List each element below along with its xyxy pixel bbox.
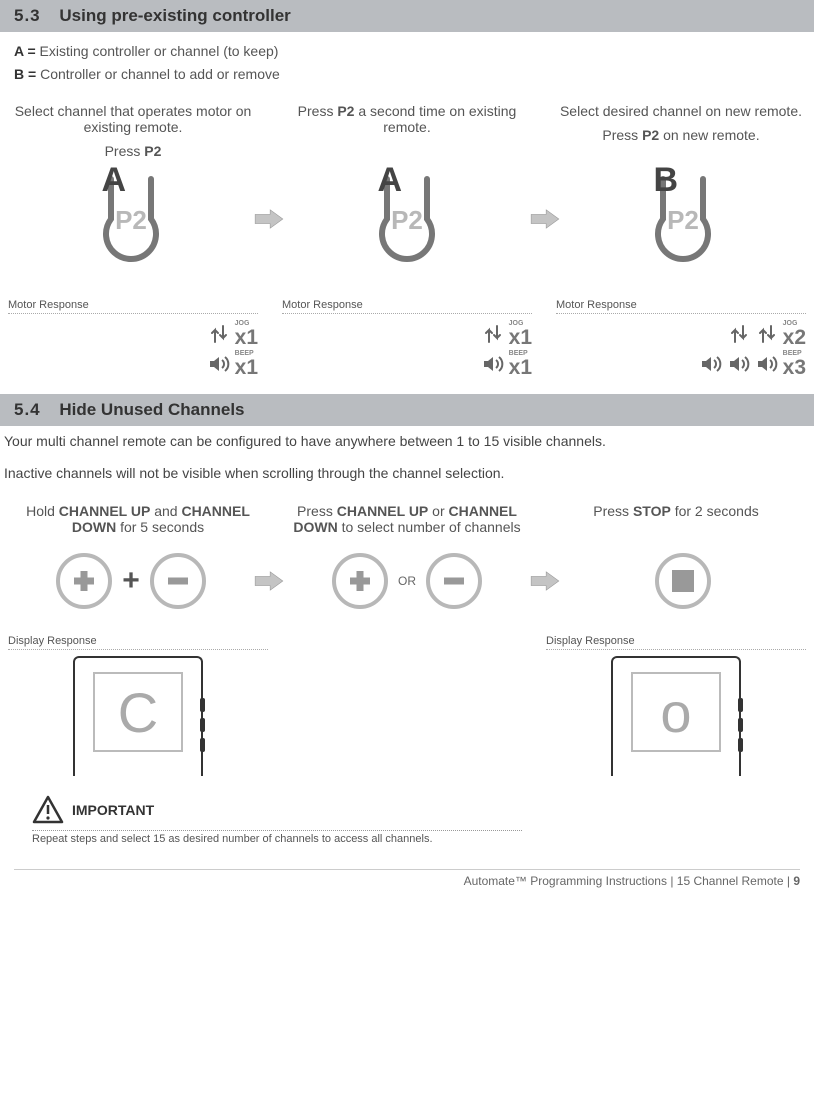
remote-a1: A P2 — [8, 169, 254, 269]
section-header-54: 5.4 Hide Unused Channels — [0, 394, 814, 426]
p2-button-icon: P2 — [362, 169, 452, 269]
arrow-right-icon — [254, 201, 284, 237]
jog-icon — [755, 322, 779, 346]
channel-up-button — [56, 553, 112, 609]
step-54-2: Press CHANNEL UP or CHANNEL DOWN to sele… — [277, 503, 537, 535]
minus-icon — [164, 567, 192, 595]
step-54-1: Hold CHANNEL UP and CHANNEL DOWN for 5 s… — [8, 503, 268, 535]
jog-icon — [207, 322, 231, 346]
section-num: 5.4 — [14, 400, 41, 419]
section-title: Using pre-existing controller — [59, 6, 290, 25]
channel-down-button — [150, 553, 206, 609]
warning-icon — [32, 794, 64, 826]
stop-icon — [672, 570, 694, 592]
section-num: 5.3 — [14, 6, 41, 25]
display-response-2: Display Response o — [546, 635, 806, 776]
press-stop — [560, 553, 806, 609]
speaker-icon — [727, 352, 751, 376]
definition-a: A = Existing controller or channel (to k… — [14, 43, 800, 59]
step-54-3: Press STOP for 2 seconds — [546, 503, 806, 535]
step-53-3: Select desired channel on new remote. Pr… — [556, 103, 806, 159]
speaker-icon — [481, 352, 505, 376]
speaker-icon — [207, 352, 231, 376]
arrow-right-icon — [254, 563, 284, 599]
arrow-right-icon — [530, 201, 560, 237]
remote-screen: C — [93, 672, 183, 752]
speaker-icon — [699, 352, 723, 376]
p2-button-icon: P2 — [86, 169, 176, 269]
hold-up-down: + — [8, 553, 254, 609]
section-header-53: 5.3 Using pre-existing controller — [0, 0, 814, 32]
plus-icon — [346, 567, 374, 595]
remote-b: B P2 — [560, 169, 806, 269]
arrow-right-icon — [530, 563, 560, 599]
channel-down-button — [426, 553, 482, 609]
stop-button — [655, 553, 711, 609]
minus-icon — [440, 567, 468, 595]
step-53-1: Select channel that operates motor on ex… — [8, 103, 258, 159]
motor-response-3: Motor Response JOGx2 BEEPx3 — [556, 299, 806, 378]
motor-response-2: Motor Response JOGx1 BEEPx1 — [282, 299, 532, 378]
jog-icon — [481, 322, 505, 346]
svg-text:P2: P2 — [115, 205, 147, 235]
jog-icon — [727, 322, 751, 346]
channel-up-button — [332, 553, 388, 609]
speaker-icon — [755, 352, 779, 376]
plus-icon — [70, 567, 98, 595]
step-53-2: Press P2 a second time on existing remot… — [282, 103, 532, 159]
motor-response-1: Motor Response JOGx1 BEEPx1 — [8, 299, 258, 378]
svg-text:P2: P2 — [391, 205, 423, 235]
display-response-1: Display Response C — [8, 635, 268, 776]
remote-screen: o — [631, 672, 721, 752]
section-54-para2: Inactive channels will not be visible wh… — [0, 458, 814, 490]
remote-a2: A P2 — [284, 169, 530, 269]
p2-button-icon: P2 — [638, 169, 728, 269]
important-note: IMPORTANT Repeat steps and select 15 as … — [0, 794, 814, 845]
press-up-or-down: OR — [284, 553, 530, 609]
section-54-para1: Your multi channel remote can be configu… — [0, 426, 814, 458]
definition-b: B = Controller or channel to add or remo… — [14, 66, 800, 82]
page-footer: Automate™ Programming Instructions | 15 … — [0, 874, 814, 900]
svg-text:P2: P2 — [667, 205, 699, 235]
section-title: Hide Unused Channels — [59, 400, 244, 419]
